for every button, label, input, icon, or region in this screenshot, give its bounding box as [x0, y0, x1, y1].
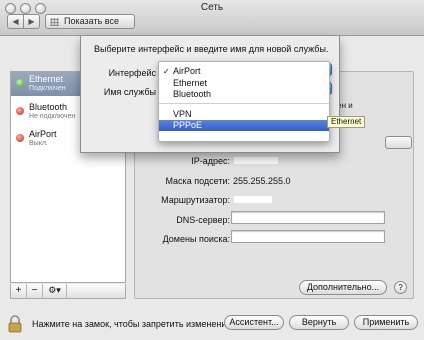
- back-button[interactable]: ◀: [7, 14, 24, 29]
- revert-button[interactable]: Вернуть: [289, 315, 349, 330]
- tooltip: Ethernet: [327, 116, 366, 128]
- search-domains-field[interactable]: [231, 230, 385, 243]
- help-button[interactable]: ?: [394, 281, 407, 294]
- forward-button[interactable]: ▶: [23, 14, 40, 29]
- menu-item-pppoe[interactable]: PPPoE: [159, 120, 329, 131]
- menu-item-bluetooth[interactable]: Bluetooth: [159, 89, 329, 100]
- service-name-label: Имя службы: [103, 87, 156, 97]
- menu-item-label: VPN: [173, 109, 192, 119]
- configure-select[interactable]: [385, 136, 412, 149]
- router-value: [233, 195, 273, 204]
- remove-service-button[interactable]: −: [27, 284, 43, 298]
- status-disconnected-icon: [16, 107, 24, 115]
- dns-server-field[interactable]: [231, 211, 385, 224]
- menu-item-label: Bluetooth: [173, 89, 212, 99]
- search-domains-label: Домены поиска:: [162, 234, 230, 244]
- network-preferences-window: Сеть ◀ ▶ Показать все Ethernet Подключен…: [0, 0, 424, 340]
- apply-button[interactable]: Применить: [354, 315, 418, 330]
- checkmark-icon: ✓: [163, 67, 170, 76]
- show-all-button[interactable]: Показать все: [45, 14, 135, 29]
- menu-item-vpn[interactable]: VPN: [159, 109, 329, 120]
- router-label: Маршрутизатор:: [161, 195, 230, 205]
- ip-label: IP-адрес:: [191, 156, 230, 166]
- title-bar: Сеть ◀ ▶ Показать все: [0, 0, 424, 36]
- menu-item-label: AirPort: [173, 66, 201, 76]
- menu-item-label: PPPoE: [173, 120, 203, 130]
- menu-item-label: Ethernet: [173, 78, 208, 88]
- menu-separator: [159, 103, 329, 104]
- subnet-label: Маска подсети:: [165, 176, 230, 186]
- grid-icon: [50, 18, 59, 26]
- status-off-icon: [16, 134, 24, 142]
- service-list-toolbar: + − ⚙▾: [10, 284, 126, 299]
- subnet-value: 255.255.255.0: [233, 176, 291, 186]
- status-connected-icon: [16, 79, 24, 87]
- menu-item-ethernet[interactable]: Ethernet: [159, 78, 329, 89]
- dns-label: DNS-сервер:: [176, 215, 230, 225]
- assistant-button[interactable]: Ассистент...: [224, 315, 284, 330]
- interface-label: Интерфейс: [108, 68, 156, 78]
- window-title: Сеть: [200, 2, 224, 13]
- sheet-prompt: Выберите интерфейс и введите имя для нов…: [94, 44, 329, 54]
- back-arrow-icon: ◀: [12, 17, 19, 26]
- gear-menu-button[interactable]: ⚙▾: [43, 284, 67, 298]
- lock-hint-text: Нажмите на замок, чтобы запретить измене…: [32, 319, 234, 329]
- lock-icon[interactable]: [8, 315, 22, 333]
- forward-arrow-icon: ▶: [28, 17, 35, 26]
- add-service-button[interactable]: +: [11, 284, 27, 298]
- show-all-label: Показать все: [64, 16, 119, 26]
- interface-dropdown-menu: ✓ AirPort Ethernet Bluetooth VPN PPPoE: [158, 61, 330, 142]
- advanced-button[interactable]: Дополнительно...: [299, 280, 387, 295]
- menu-item-airport[interactable]: ✓ AirPort: [159, 66, 329, 77]
- ip-value: [233, 156, 279, 165]
